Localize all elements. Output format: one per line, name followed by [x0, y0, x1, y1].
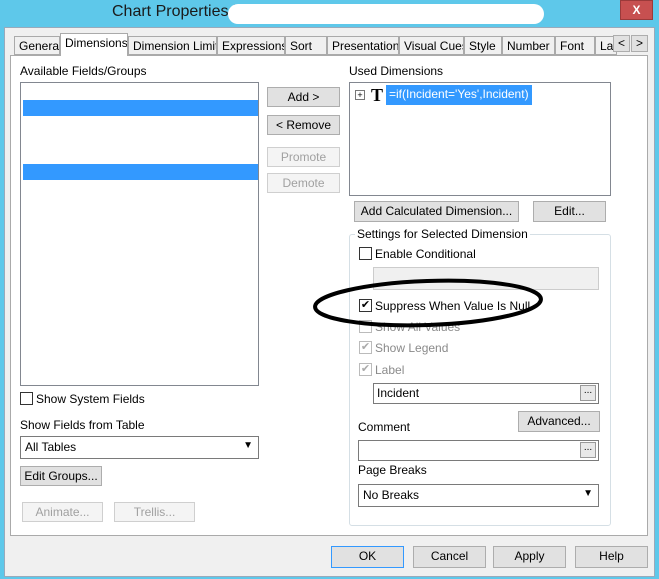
add-button[interactable]: Add >: [267, 87, 340, 107]
show-legend-checkbox[interactable]: ✔: [359, 341, 372, 354]
used-dimensions-list[interactable]: + T =if(Incident='Yes',Incident): [349, 82, 611, 196]
used-dimensions-label: Used Dimensions: [349, 64, 444, 78]
show-system-fields-checkbox[interactable]: [20, 392, 33, 405]
show-legend-label: Show Legend: [375, 341, 449, 355]
edit-groups-button[interactable]: Edit Groups...: [20, 466, 102, 486]
apply-button[interactable]: Apply: [493, 546, 566, 568]
animate-button[interactable]: Animate...: [22, 502, 103, 522]
tab-expressions[interactable]: Expressions: [217, 36, 285, 55]
label-expression-button[interactable]: ...: [580, 385, 596, 401]
show-system-fields-label: Show System Fields: [36, 392, 145, 406]
highlight-ellipse: [313, 278, 543, 328]
list-item[interactable]: [23, 100, 258, 116]
list-item[interactable]: [23, 164, 258, 180]
edit-button[interactable]: Edit...: [533, 201, 606, 222]
label-checkbox[interactable]: ✔: [359, 363, 372, 376]
tab-dimensions[interactable]: Dimensions: [60, 33, 128, 56]
tab-number[interactable]: Number: [502, 36, 555, 55]
available-fields-label: Available Fields/Groups: [20, 64, 147, 78]
label-input[interactable]: Incident: [373, 383, 599, 404]
close-button[interactable]: X: [620, 0, 653, 20]
tab-scroll-left[interactable]: <: [613, 35, 630, 52]
cancel-button[interactable]: Cancel: [413, 546, 486, 568]
redacted-title: [228, 4, 544, 24]
label-label: Label: [375, 363, 405, 377]
tab-general[interactable]: General: [14, 36, 60, 55]
help-button[interactable]: Help: [575, 546, 648, 568]
page-breaks-select[interactable]: No Breaks ▼: [358, 484, 599, 507]
enable-conditional-label: Enable Conditional: [375, 247, 476, 261]
promote-button[interactable]: Promote: [267, 147, 340, 167]
table-select-value: All Tables: [25, 440, 77, 454]
advanced-button[interactable]: Advanced...: [518, 411, 600, 432]
chevron-down-icon: ▼: [243, 440, 253, 451]
show-fields-from-table-label: Show Fields from Table: [20, 418, 145, 432]
tab-visual-cues[interactable]: Visual Cues: [399, 36, 464, 55]
demote-button[interactable]: Demote: [267, 173, 340, 193]
remove-button[interactable]: < Remove: [267, 115, 340, 135]
tab-sort[interactable]: Sort: [285, 36, 327, 55]
comment-expression-button[interactable]: ...: [580, 442, 596, 458]
table-select[interactable]: All Tables ▼: [20, 436, 259, 459]
tab-style[interactable]: Style: [464, 36, 502, 55]
page-breaks-value: No Breaks: [363, 488, 420, 502]
window-title: Chart Properties [: [112, 3, 238, 20]
chevron-down-icon: ▼: [583, 488, 593, 499]
comment-input[interactable]: [358, 440, 599, 461]
page-breaks-label: Page Breaks: [358, 463, 427, 477]
tab-font[interactable]: Font: [555, 36, 595, 55]
settings-legend: Settings for Selected Dimension: [355, 227, 530, 241]
trellis-button[interactable]: Trellis...: [114, 502, 195, 522]
tab-presentation[interactable]: Presentation: [327, 36, 399, 55]
tab-dimension-limits[interactable]: Dimension Limits: [128, 36, 217, 55]
ok-button[interactable]: OK: [331, 546, 404, 568]
used-dimension-item[interactable]: =if(Incident='Yes',Incident): [386, 85, 532, 105]
add-calculated-dimension-button[interactable]: Add Calculated Dimension...: [354, 201, 519, 222]
available-fields-list[interactable]: [20, 82, 259, 386]
text-type-icon: T: [371, 85, 384, 105]
expand-icon[interactable]: +: [355, 90, 365, 100]
comment-label: Comment: [358, 420, 411, 434]
tab-scroll-right[interactable]: >: [631, 35, 648, 52]
enable-conditional-checkbox[interactable]: [359, 247, 372, 260]
